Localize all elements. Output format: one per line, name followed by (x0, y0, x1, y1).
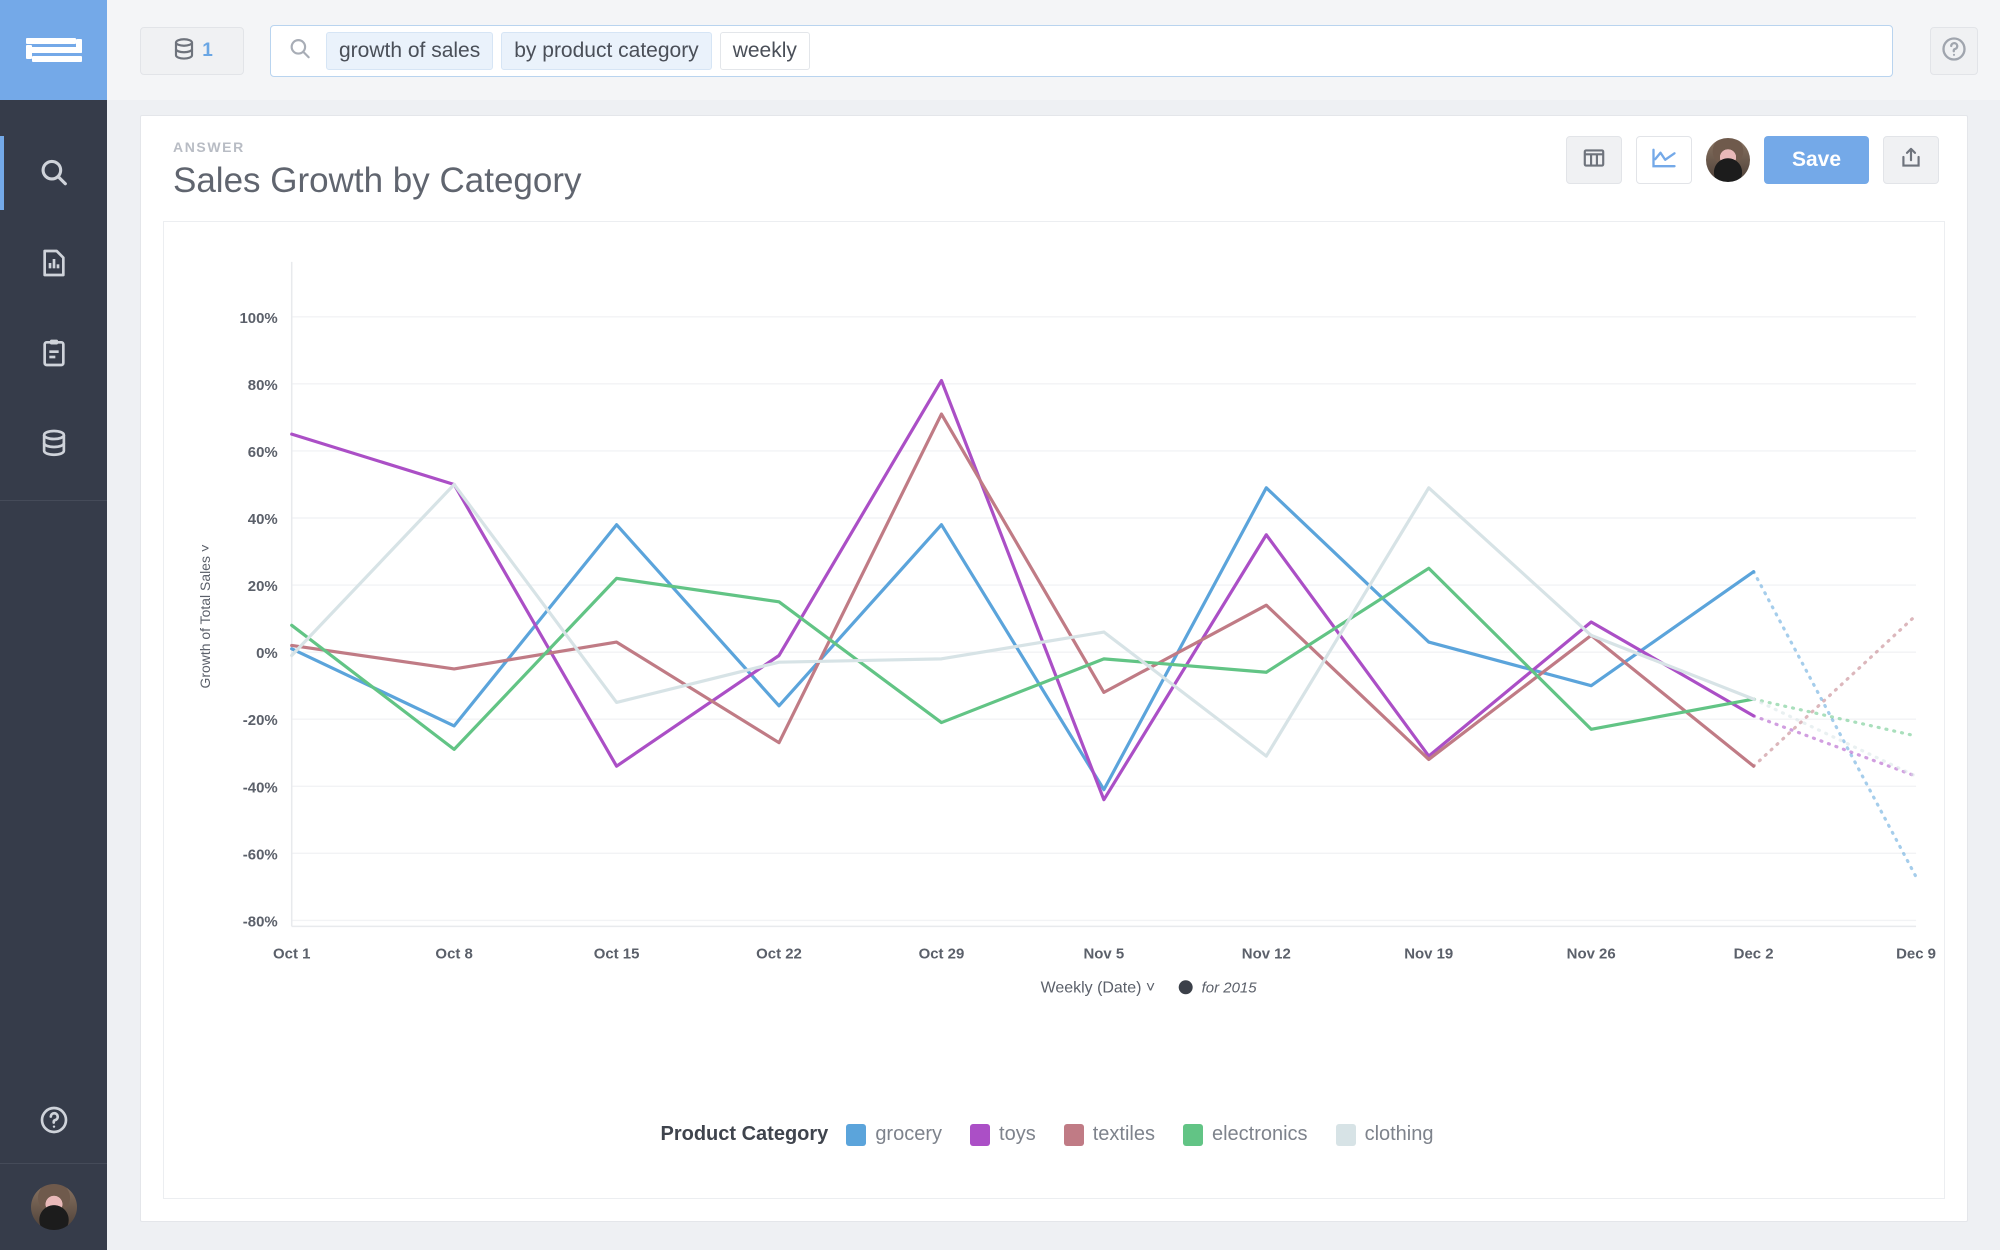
legend-item-textiles[interactable]: textiles (1063, 1123, 1155, 1146)
answer-eyebrow: ANSWER (173, 139, 245, 155)
y-tick-label: 100% (239, 310, 277, 327)
legend-label: electronics (1211, 1123, 1308, 1145)
y-tick-label: 60% (248, 444, 278, 461)
data-source-count: 1 (202, 40, 213, 61)
sidebar-item-data[interactable] (0, 398, 107, 488)
help-button[interactable] (1930, 27, 1978, 75)
series-line-clothing (290, 482, 1756, 758)
left-sidebar (0, 0, 107, 1250)
table-view-button[interactable] (1565, 136, 1622, 184)
legend-label: grocery (875, 1123, 943, 1145)
sidebar-nav (0, 100, 107, 488)
search-token-0[interactable]: growth of sales (326, 32, 494, 70)
series-forecast-toys (1752, 714, 1918, 778)
sidebar-item-answers[interactable] (0, 218, 107, 308)
legend-item-electronics[interactable]: electronics (1182, 1123, 1308, 1146)
legend-label: textiles (1092, 1123, 1155, 1145)
chart-view-button[interactable] (1635, 136, 1692, 184)
line-chart[interactable]: 100% 80% 60% 40% 20% 0% -20% -40% -60% -80% Growth… (164, 222, 1944, 1040)
chart-area: 100% 80% 60% 40% 20% 0% -20% -40% -60% -80% Growth… (163, 221, 1945, 1199)
y-tick-label: 40% (248, 511, 278, 528)
x-tick-label: Dec 2 (1734, 945, 1774, 962)
database-icon (171, 36, 197, 67)
save-button[interactable]: Save (1763, 136, 1869, 184)
search-token-1[interactable]: by product category (501, 32, 712, 70)
legend-swatch (846, 1123, 867, 1146)
series-forecast-clothing (1752, 697, 1918, 778)
y-tick-label: -40% (243, 779, 278, 796)
clipboard-icon (38, 337, 70, 369)
legend-title: Product Category (660, 1123, 829, 1145)
answer-header: ANSWER Sales Growth by Category Save (141, 116, 1967, 221)
chart-document-icon (38, 247, 70, 279)
line-chart-icon (1650, 144, 1678, 177)
y-tick-label: -80% (243, 913, 278, 930)
y-axis-label: Growth of Total Sales ˅ (197, 544, 213, 688)
x-tick-label: Nov 12 (1242, 945, 1291, 962)
series-forecast-electronics (1752, 697, 1918, 738)
series-forecast-textiles (1752, 613, 1918, 768)
x-tick-label: Dec 9 (1896, 945, 1936, 962)
top-bar: 1 growth of sales by product category we… (107, 0, 2000, 100)
legend-item-grocery[interactable]: grocery (846, 1123, 942, 1146)
search-bar[interactable]: growth of sales by product category week… (270, 25, 1893, 77)
search-icon (37, 156, 71, 190)
share-button[interactable] (1883, 136, 1939, 184)
legend-label: toys (999, 1123, 1036, 1145)
y-tick-label: 0% (256, 645, 278, 662)
x-tick-label: Oct 8 (435, 945, 472, 962)
chart-legend: Product Category grocery toys textiles elec… (164, 1123, 1944, 1146)
series-line-grocery (290, 486, 1756, 792)
database-icon (38, 427, 70, 459)
x-axis-label-suffix: for 2015 (1202, 979, 1258, 996)
share-icon (1898, 145, 1924, 176)
sidebar-item-search[interactable] (0, 128, 107, 218)
data-source-selector[interactable]: 1 (140, 27, 244, 75)
y-tick-label: 20% (248, 578, 278, 595)
answer-toolbar: Save (1565, 136, 1939, 184)
x-tick-label: Oct 15 (594, 945, 640, 962)
legend-label: clothing (1364, 1123, 1434, 1145)
x-tick-label: Nov 26 (1567, 945, 1616, 962)
legend-item-toys[interactable]: toys (970, 1123, 1036, 1146)
search-icon (287, 36, 313, 67)
y-tick-label: -60% (243, 846, 278, 863)
sidebar-bottom (0, 1077, 107, 1250)
sidebar-item-pinboards[interactable] (0, 308, 107, 398)
x-tick-label: Oct 1 (273, 945, 310, 962)
legend-item-clothing[interactable]: clothing (1335, 1123, 1434, 1146)
answer-card: ANSWER Sales Growth by Category Save 100… (140, 115, 1968, 1222)
series-line-toys (290, 378, 1756, 802)
page-title: Sales Growth by Category (173, 161, 582, 200)
x-tick-label: Nov 5 (1084, 945, 1125, 962)
x-tick-label: Oct 22 (756, 945, 802, 962)
legend-swatch (1335, 1123, 1356, 1146)
avatar (30, 1184, 77, 1230)
table-view-icon (1581, 145, 1607, 176)
legend-swatch (1063, 1123, 1084, 1146)
x-tick-label: Oct 29 (919, 945, 965, 962)
x-tick-label: Nov 19 (1404, 945, 1453, 962)
sidebar-item-help[interactable] (0, 1077, 107, 1163)
clock-icon (1178, 980, 1193, 995)
y-tick-label: -20% (243, 712, 278, 729)
legend-swatch (1182, 1123, 1203, 1146)
x-axis-label: Weekly (Date) ˅ (1041, 979, 1156, 996)
app-logo[interactable] (0, 0, 107, 100)
sidebar-divider (0, 500, 107, 501)
y-tick-label: 80% (248, 377, 278, 394)
avatar[interactable] (1705, 138, 1750, 182)
sidebar-item-profile[interactable] (0, 1164, 107, 1250)
help-circle-icon (1940, 35, 1968, 68)
help-circle-icon (38, 1104, 70, 1136)
search-token-2[interactable]: weekly (719, 32, 810, 70)
thoughtspot-logo-icon (25, 33, 82, 67)
legend-swatch (970, 1123, 991, 1146)
